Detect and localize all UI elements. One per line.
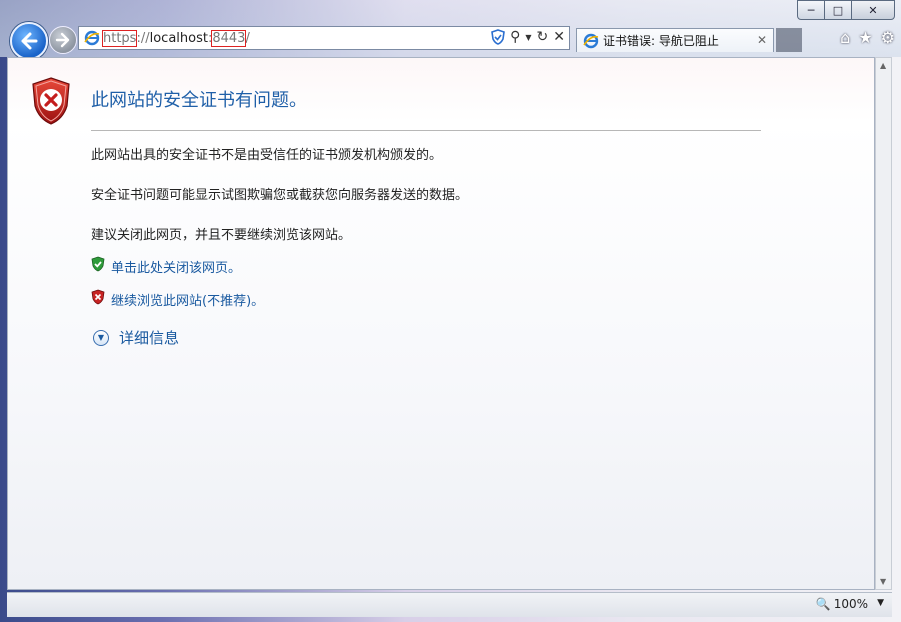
tab-title: 证书错误: 导航已阻止 (603, 34, 719, 48)
ie-page-icon (583, 33, 599, 48)
tab-certificate-error[interactable]: 证书错误: 导航已阻止 ✕ (576, 28, 774, 52)
toolbar-right: ⌂ ★ ⚙ (840, 28, 895, 47)
zoom-control[interactable]: 🔍 100% (816, 597, 868, 611)
url-text[interactable]: https://localhost:8443/ (101, 29, 250, 47)
forward-arrow-icon (55, 32, 70, 48)
page-title: 此网站的安全证书有问题。 (91, 90, 307, 111)
security-shield-icon[interactable] (491, 29, 505, 45)
paragraph-recommend: 建议关闭此网页，并且不要继续浏览该网站。 (91, 228, 352, 243)
star-icon[interactable]: ★ (858, 28, 872, 47)
chevron-down-icon: ▼ (93, 329, 109, 346)
ie-logo-icon (84, 30, 100, 46)
scroll-up-icon[interactable]: ▲ (880, 61, 886, 70)
maximize-button[interactable]: □ (824, 0, 852, 20)
stop-icon[interactable]: ✕ (553, 29, 565, 45)
error-shield-icon (32, 77, 70, 125)
close-page-link[interactable]: 单击此处关闭该网页。 (111, 257, 241, 276)
zoom-level: 100% (833, 597, 868, 611)
status-bar: 🔍 100% ▼ (7, 592, 892, 617)
minimize-button[interactable]: ─ (797, 0, 825, 20)
url-port: 8443 (211, 29, 247, 47)
window-caption-buttons: ─ □ ✕ (797, 0, 895, 20)
zoom-icon: 🔍 (815, 597, 831, 611)
scroll-down-icon[interactable]: ▼ (880, 577, 886, 586)
url-path: / (245, 30, 250, 46)
address-bar[interactable]: https://localhost:8443/ ⚲ ▼ ↻ ✕ (78, 26, 570, 50)
tab-close-icon[interactable]: ✕ (757, 33, 767, 47)
forward-button[interactable] (49, 26, 77, 54)
url-host: localhost (149, 30, 208, 46)
paragraph-untrusted: 此网站出具的安全证书不是由受信任的证书颁发机构颁发的。 (91, 148, 443, 163)
back-arrow-icon (21, 32, 38, 50)
continue-website-link[interactable]: 继续浏览此网站(不推荐)。 (111, 290, 264, 309)
page-content: 此网站的安全证书有问题。 此网站出具的安全证书不是由受信任的证书颁发机构颁发的。… (7, 57, 875, 590)
search-icon[interactable]: ⚲ (510, 29, 520, 45)
more-info-label: 详细信息 (119, 329, 180, 347)
address-bar-icons: ⚲ ▼ ↻ ✕ (491, 29, 565, 45)
new-tab-button[interactable] (776, 28, 802, 52)
dropdown-arrow-icon[interactable]: ▼ (525, 33, 531, 42)
home-icon[interactable]: ⌂ (840, 28, 850, 47)
more-info-toggle[interactable]: ▼ 详细信息 (93, 327, 179, 348)
vertical-scrollbar[interactable]: ▲ ▼ (875, 57, 892, 590)
divider (91, 130, 761, 131)
close-window-button[interactable]: ✕ (851, 0, 895, 20)
red-shield-icon (91, 289, 105, 305)
zoom-dropdown-icon[interactable]: ▼ (877, 598, 884, 608)
paragraph-warning: 安全证书问题可能显示试图欺骗您或截获您向服务器发送的数据。 (91, 188, 469, 203)
refresh-icon[interactable]: ↻ (537, 29, 549, 45)
url-separator: :// (136, 30, 150, 46)
gear-icon[interactable]: ⚙ (881, 28, 895, 47)
url-scheme: https (101, 29, 138, 47)
green-shield-icon (91, 256, 105, 272)
back-button[interactable] (10, 22, 48, 60)
